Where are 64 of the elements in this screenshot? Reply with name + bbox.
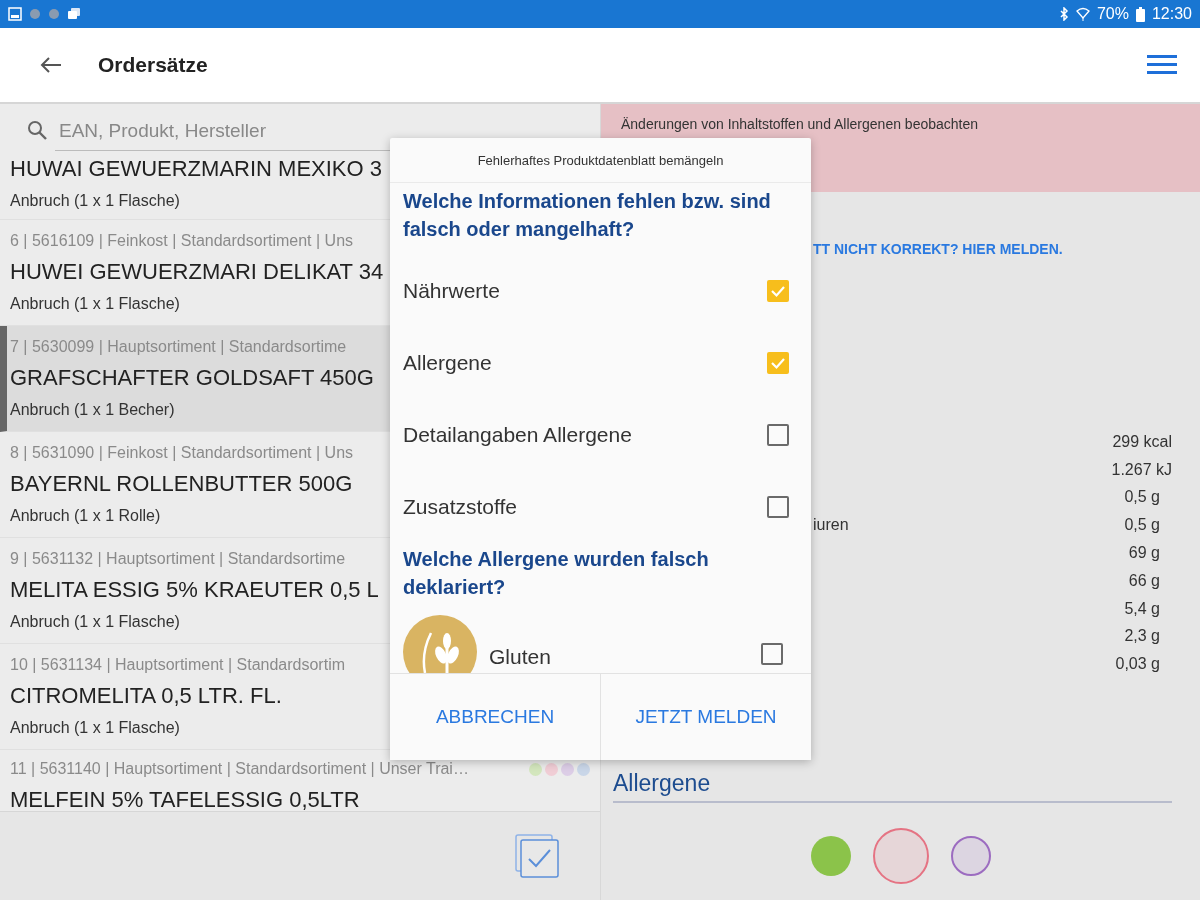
- dot-icon: [29, 8, 41, 20]
- nutrient-value: 5,4 g: [1124, 599, 1161, 618]
- product-unit: Anbruch (1 x 1 Flasche): [10, 719, 180, 737]
- dialog-button[interactable]: ABBRECHEN: [390, 674, 600, 760]
- checkbox[interactable]: [767, 424, 789, 446]
- option-label: Nährwerte: [403, 279, 500, 303]
- checkbox[interactable]: [767, 280, 789, 302]
- nutrient-label: iuren: [813, 516, 849, 535]
- product-meta: 7 | 5630099 | Hauptsortiment | Standardsortime: [10, 338, 347, 356]
- product-meta: 11 | 5631140 | Hauptsortiment | Standardsortiment | Unser Trai…: [10, 760, 469, 778]
- option-label: Zusatzstoffe: [403, 495, 517, 519]
- product-unit: Anbruch (1 x 1 Flasche): [10, 192, 180, 210]
- wheat-icon: [403, 615, 477, 673]
- nutrient-value: 0,03 g: [1115, 655, 1161, 674]
- nutrient-value: 1.267 kJ: [1111, 460, 1172, 479]
- product-name: GRAFSCHAFTER GOLDSAFT 450G: [10, 365, 374, 391]
- product-meta: 6 | 5616109 | Feinkost | Standardsortiment | Uns: [10, 232, 354, 250]
- nutrient-value: 0,5 g: [1124, 488, 1161, 507]
- product-meta: 9 | 5631132 | Hauptsortiment | Standardsortime: [10, 550, 346, 568]
- notice-text: Änderungen von Inhaltstoffen und Allergenen beobachten: [621, 116, 979, 132]
- nutrient-value: 299 kcal: [1112, 432, 1172, 451]
- checkbox[interactable]: [767, 496, 789, 518]
- product-name: BAYERNL ROLLENBUTTER 500G: [10, 471, 353, 497]
- menu-icon: [1147, 54, 1177, 76]
- product-meta: 10 | 5631134 | Hauptsortiment | Standardsortim: [10, 656, 346, 674]
- checklist-icon: [514, 833, 560, 879]
- wifi-icon: [1075, 7, 1090, 21]
- nutrient-value: 0,5 g: [1124, 516, 1161, 535]
- dialog-title: Fehlerhaftes Produktdatenblatt bemängeln: [390, 138, 811, 183]
- option-label: Allergene: [403, 351, 492, 375]
- clock: 12:30: [1151, 5, 1192, 23]
- nutrient-value: 2,3 g: [1124, 627, 1161, 646]
- menu-button[interactable]: [1147, 54, 1177, 76]
- checkbox[interactable]: [761, 643, 783, 665]
- page-title: Ordersätze: [98, 53, 209, 77]
- battery-icon: [1135, 6, 1145, 22]
- product-meta: 8 | 5631090 | Feinkost | Standardsortiment | Uns: [10, 444, 354, 462]
- gallery-icon: [67, 7, 81, 21]
- product-name: HUWAI GEWUERZMARIN MEXIKO 3: [10, 156, 382, 182]
- dialog-button[interactable]: JETZT MELDEN: [600, 674, 811, 760]
- product-name: CITROMELITA 0,5 LTR. FL.: [10, 683, 282, 709]
- product-unit: Anbruch (1 x 1 Rolle): [10, 507, 161, 525]
- allergen-label: Gluten: [489, 644, 552, 669]
- search-field[interactable]: EAN, Produkt, Hersteller: [55, 109, 600, 151]
- product-unit: Anbruch (1 x 1 Flasche): [10, 295, 180, 313]
- product-name: HUWEI GEWUERZMARI DELIKAT 34: [10, 259, 384, 285]
- product-name: MELITA ESSIG 5% KRAEUTER 0,5 L: [10, 577, 379, 603]
- select-all-button[interactable]: [514, 833, 560, 879]
- product-unit: Anbruch (1 x 1 Becher): [10, 401, 175, 419]
- product-name: MELFEIN 5% TAFELESSIG 0,5LTR: [10, 787, 360, 811]
- section-heading: Allergene: [613, 770, 1172, 804]
- search-icon: [27, 120, 47, 140]
- screenshot-icon: [8, 7, 22, 21]
- nutrient-value: 69 g: [1128, 544, 1161, 563]
- battery-percent: 70%: [1096, 5, 1129, 23]
- color-button[interactable]: [950, 836, 991, 876]
- back-arrow-icon: [40, 56, 62, 74]
- dot-icon: [48, 8, 60, 20]
- checkbox[interactable]: [767, 352, 789, 374]
- back-button[interactable]: [40, 56, 62, 74]
- color-button[interactable]: [810, 836, 851, 876]
- nutrient-value: 66 g: [1128, 571, 1161, 590]
- bluetooth-icon: [1058, 7, 1069, 21]
- product-unit: Anbruch (1 x 1 Flasche): [10, 613, 180, 631]
